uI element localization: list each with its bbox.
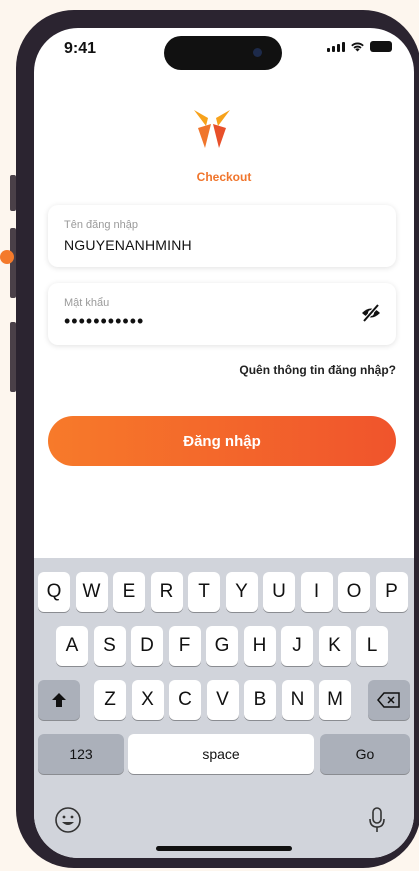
username-label: Tên đăng nhập <box>64 219 139 231</box>
key-q[interactable]: Q <box>38 572 70 612</box>
backspace-key[interactable] <box>368 680 410 720</box>
key-c[interactable]: C <box>169 680 201 720</box>
key-b[interactable]: B <box>244 680 276 720</box>
key-a[interactable]: A <box>56 626 88 666</box>
key-t[interactable]: T <box>188 572 220 612</box>
forgot-credentials-link[interactable]: Quên thông tin đăng nhập? <box>239 363 396 377</box>
eye-hidden-icon[interactable] <box>360 303 382 323</box>
key-j[interactable]: J <box>281 626 313 666</box>
key-w[interactable]: W <box>75 572 108 612</box>
app-screen: 9:41 Checkout Tên đăng nhập NGUYENANHMIN… <box>34 28 414 858</box>
key-u[interactable]: U <box>263 572 295 612</box>
key-n[interactable]: N <box>281 680 314 720</box>
login-button[interactable]: Đăng nhập <box>48 416 396 466</box>
key-h[interactable]: H <box>243 626 276 666</box>
go-key[interactable]: Go <box>320 734 410 774</box>
checkout-logo-icon <box>194 110 230 148</box>
key-o[interactable]: O <box>338 572 370 612</box>
keyboard-row-3: ZXCVBNM <box>34 680 414 720</box>
password-value[interactable]: ••••••••••• <box>64 311 144 332</box>
password-label: Mật khẩu <box>64 297 110 309</box>
battery-icon <box>370 41 392 52</box>
key-p[interactable]: P <box>375 572 408 612</box>
status-bar: 9:41 <box>34 28 414 76</box>
password-field[interactable]: Mật khẩu ••••••••••• <box>48 283 396 345</box>
brand-name: Checkout <box>196 170 252 184</box>
key-y[interactable]: Y <box>225 572 258 612</box>
key-r[interactable]: R <box>150 572 183 612</box>
key-k[interactable]: K <box>318 626 351 666</box>
keyboard-row-1: QWERTYUIOP <box>34 572 414 612</box>
keyboard: QWERTYUIOP ASDFGHJKL ZXCVBNM 123 space G… <box>34 558 414 858</box>
key-f[interactable]: F <box>168 626 201 666</box>
space-key[interactable]: space <box>128 734 314 774</box>
emoji-icon[interactable] <box>54 806 82 834</box>
signal-icon <box>327 42 345 52</box>
dynamic-island <box>164 36 282 70</box>
status-icons <box>327 41 392 52</box>
key-x[interactable]: X <box>131 680 164 720</box>
decorative-dot <box>0 250 14 264</box>
key-s[interactable]: S <box>93 626 126 666</box>
key-z[interactable]: Z <box>94 680 126 720</box>
key-l[interactable]: L <box>356 626 388 666</box>
key-d[interactable]: D <box>131 626 163 666</box>
backspace-icon <box>377 692 400 708</box>
status-time: 9:41 <box>64 40 97 57</box>
key-g[interactable]: G <box>206 626 238 666</box>
key-m[interactable]: M <box>319 680 351 720</box>
wifi-icon <box>351 42 364 52</box>
microphone-icon[interactable] <box>368 806 386 834</box>
home-indicator <box>156 846 292 851</box>
username-value[interactable]: NGUYENANHMINH <box>64 237 192 253</box>
camera-icon <box>253 48 262 57</box>
key-v[interactable]: V <box>206 680 239 720</box>
shift-key[interactable] <box>38 680 80 720</box>
username-field[interactable]: Tên đăng nhập NGUYENANHMINH <box>48 205 396 267</box>
keyboard-row-4: 123 space Go <box>34 734 414 774</box>
shift-icon <box>52 693 66 707</box>
numbers-key[interactable]: 123 <box>38 734 124 774</box>
keyboard-row-2: ASDFGHJKL <box>34 626 414 666</box>
key-e[interactable]: E <box>113 572 145 612</box>
key-i[interactable]: I <box>300 572 333 612</box>
